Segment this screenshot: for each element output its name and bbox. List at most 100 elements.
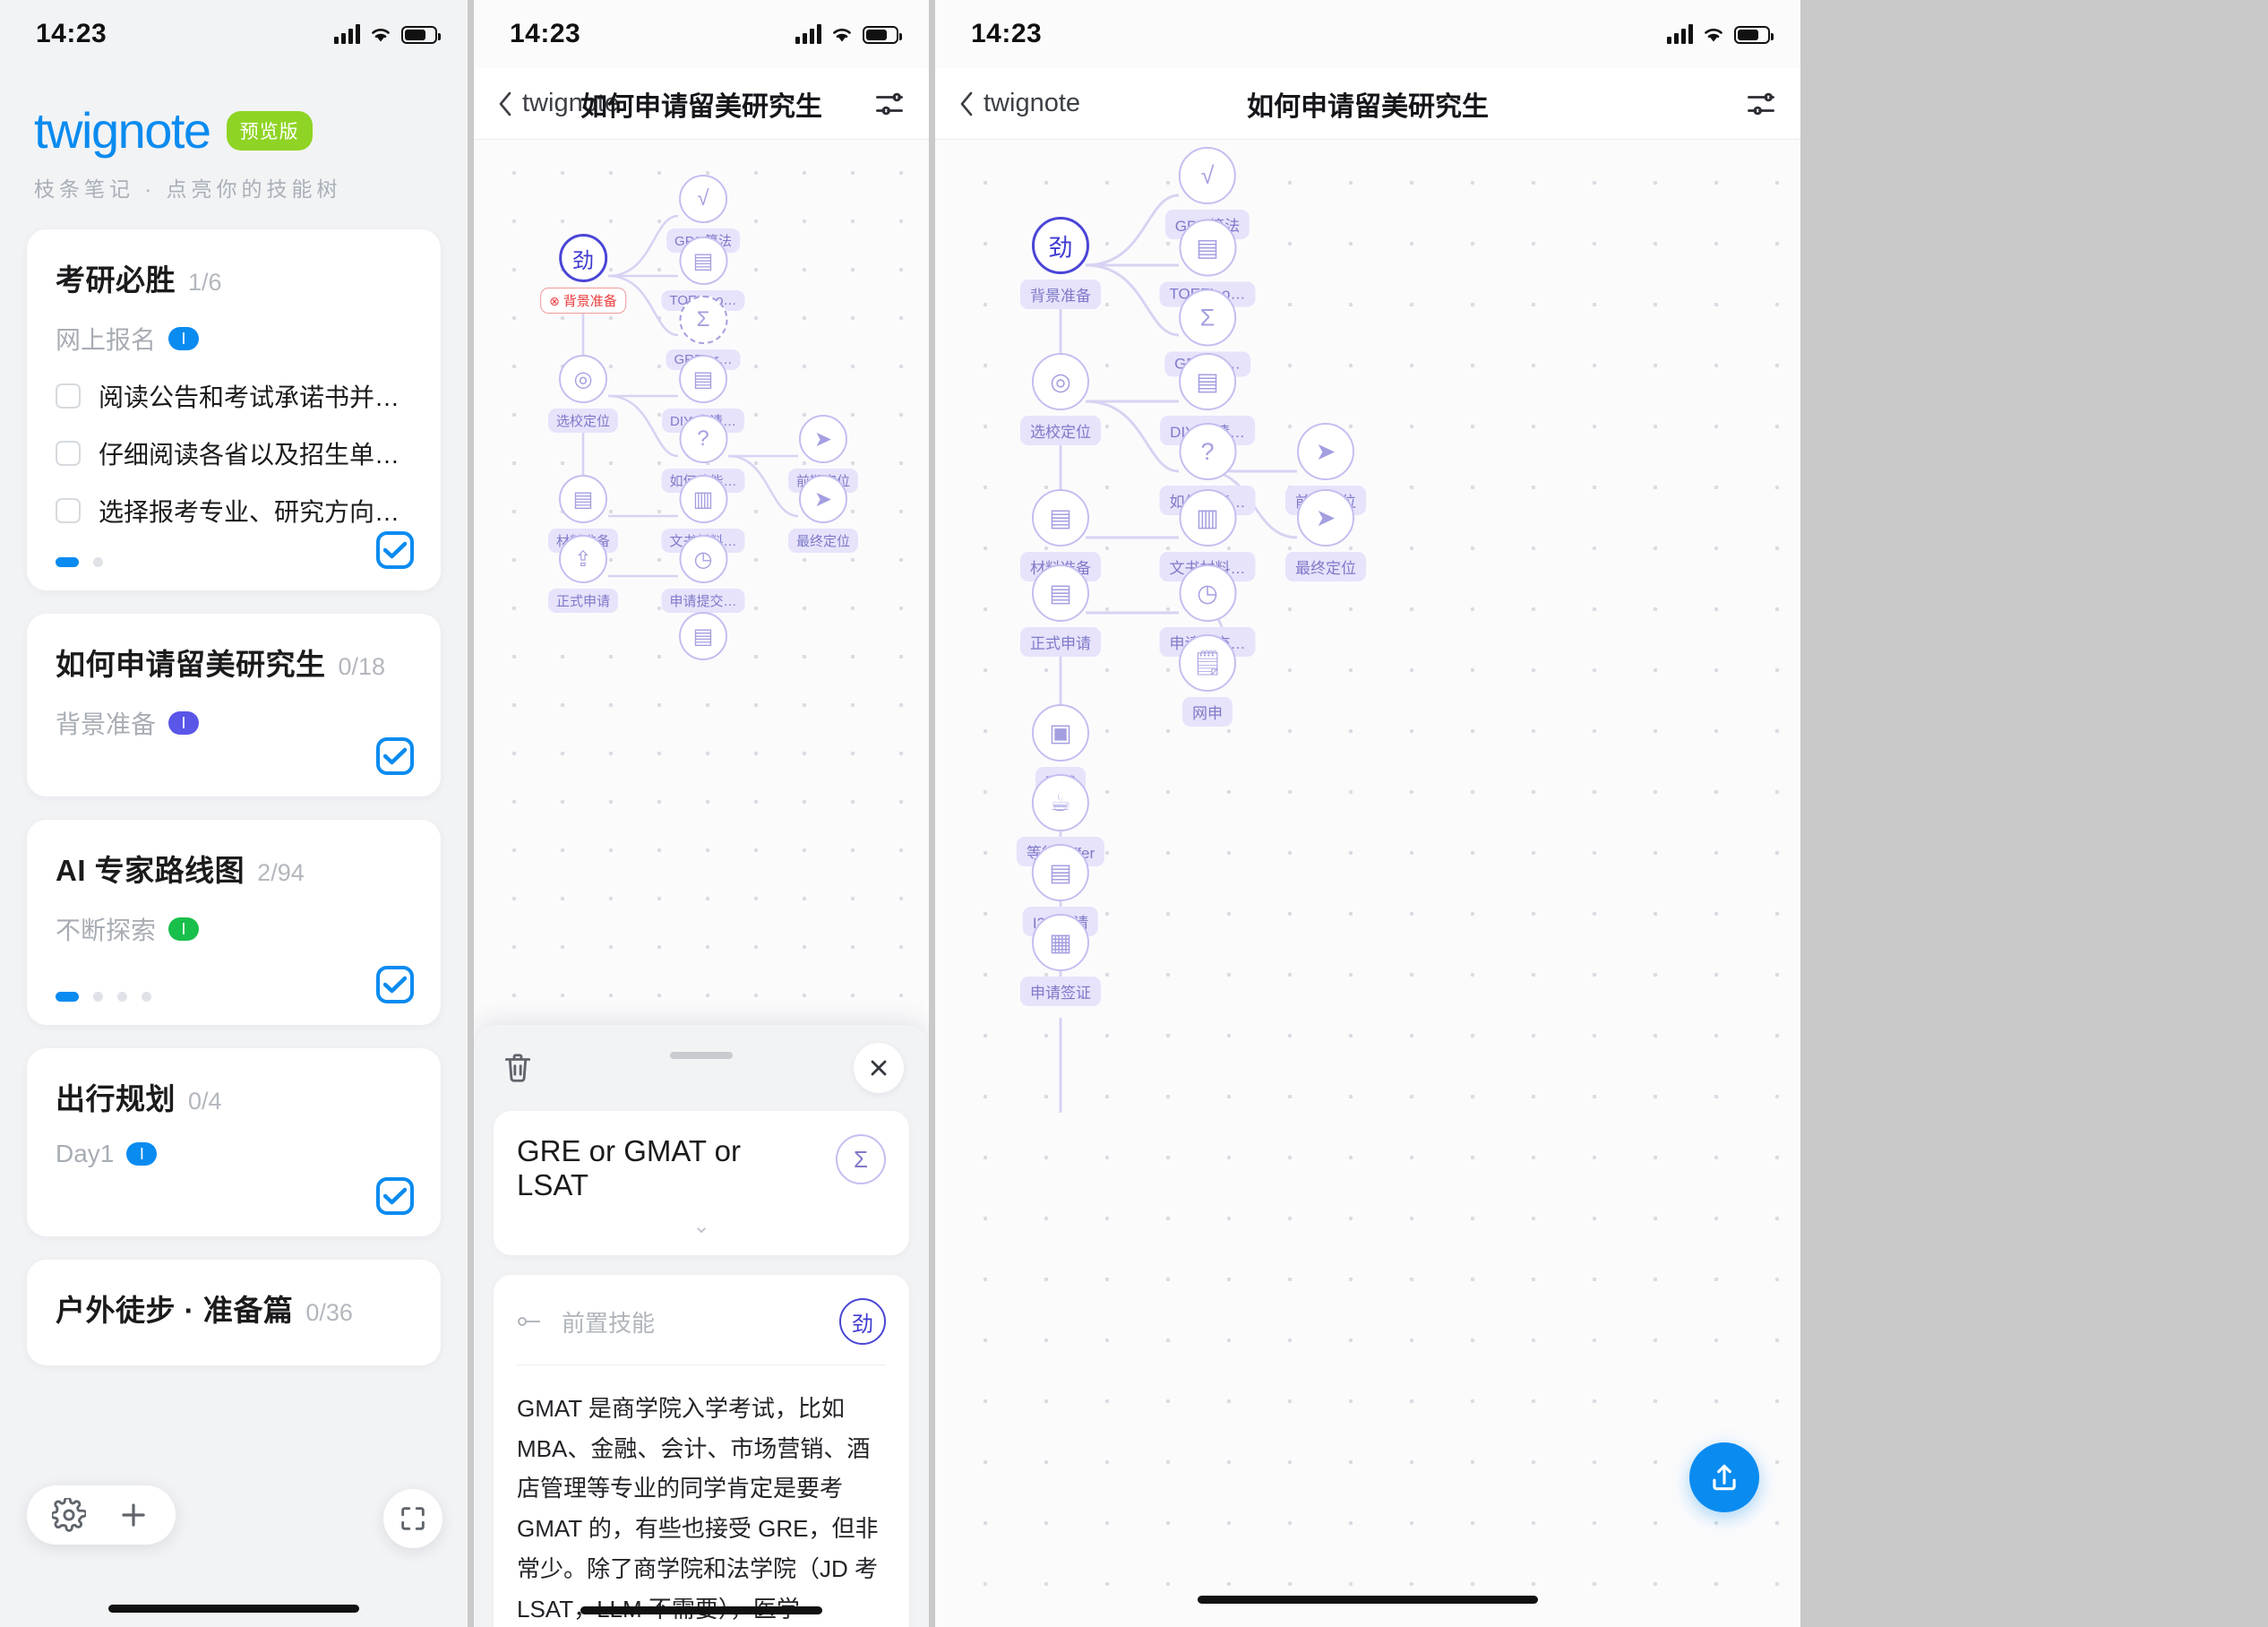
node-icon: ◷: [1179, 564, 1236, 622]
tree-node-xuanxiao[interactable]: ◎ 选校定位: [547, 355, 619, 437]
prerequisite-avatar[interactable]: 劲: [839, 1298, 886, 1345]
sliders-icon[interactable]: [873, 88, 906, 120]
brand-header: twignote 预览版 枝条笔记 · 点亮你的技能树: [0, 68, 468, 202]
wifi-icon: [1701, 24, 1726, 44]
node-icon: ▤: [1179, 219, 1236, 277]
node-label: 最终定位: [787, 529, 859, 553]
node-icon: ?: [1179, 423, 1236, 480]
node-icon: ▤: [1031, 844, 1089, 901]
note-card[interactable]: 户外徒步 · 准备篇 0/36: [27, 1260, 441, 1365]
card-progress-count: 1/6: [188, 269, 222, 296]
app-logo: twignote: [34, 102, 211, 159]
expand-icon[interactable]: [383, 1489, 442, 1548]
todo-item[interactable]: 阅读公告和考试承诺书并点击许可: [56, 378, 412, 414]
card-branch-label: 不断探索: [56, 917, 157, 944]
drag-handle[interactable]: [670, 1052, 733, 1059]
node-icon: ◷: [678, 535, 727, 583]
tree-node-tijiao[interactable]: ◷ 申请提交…: [661, 535, 745, 617]
card-complete-toggle[interactable]: [376, 966, 414, 1003]
todo-item[interactable]: 选择报考专业、研究方向以及考试科目: [56, 493, 412, 529]
chevron-left-icon: [958, 90, 975, 117]
tree-node-zhengshi[interactable]: ⇪ 正式申请: [547, 535, 619, 617]
share-icon[interactable]: [1689, 1442, 1759, 1512]
node-icon: ▣: [1032, 704, 1089, 762]
prerequisite-label: 前置技能: [562, 1309, 656, 1337]
node-label: 背景准备: [540, 288, 626, 314]
node-icon: ▤: [1032, 564, 1089, 622]
todo-checkbox[interactable]: [56, 498, 81, 523]
node-icon: 🗒: [1179, 634, 1236, 692]
tree-node-wangshen[interactable]: ▤: [679, 612, 727, 660]
status-bar: 14:23: [474, 0, 929, 68]
back-label: twignote: [984, 89, 1081, 117]
home-indicator: [580, 1606, 822, 1614]
node-icon: ➤: [798, 475, 847, 523]
app-tagline: 枝条笔记 · 点亮你的技能树: [34, 177, 342, 201]
tree-node-zuizhong[interactable]: ➤ 最终定位: [1285, 489, 1366, 586]
tree-node-wangshen[interactable]: 🗒 网申: [1179, 634, 1236, 731]
back-button[interactable]: twignote: [958, 89, 1080, 118]
todo-item[interactable]: 仔细阅读各省以及招生单位网报公告并…: [56, 435, 412, 471]
node-icon: ▤: [679, 355, 727, 403]
detail-navbar: twignote 如何申请留美研究生: [474, 68, 929, 140]
node-icon: 劲: [1032, 217, 1089, 274]
status-bar: 14:23: [935, 0, 1800, 68]
sheet-node-title: GRE or GMAT or LSAT: [517, 1134, 741, 1201]
card-title: 如何申请留美研究生: [56, 648, 326, 681]
card-pagination[interactable]: [56, 992, 412, 1002]
skill-tree-canvas[interactable]: 劲 背景准备 √ GPA 算法 ▤ TOEFL o… Σ GRE or… ◎ 选…: [935, 140, 1800, 1627]
node-label: 申请提交…: [661, 589, 745, 613]
battery-icon: [401, 26, 441, 44]
close-icon[interactable]: [854, 1043, 904, 1093]
screen-divider: [929, 0, 935, 1627]
todo-checkbox[interactable]: [56, 383, 81, 409]
card-complete-toggle[interactable]: [376, 1177, 414, 1215]
home-indicator: [108, 1605, 359, 1613]
chevron-down-icon[interactable]: ⌄: [517, 1213, 886, 1239]
three-screen-composite: 14:23 twignote 预览版 枝条笔记 · 点亮你的技能树 考研必胜 1…: [0, 0, 2268, 1627]
page-title: 如何申请留美研究生: [580, 91, 822, 122]
trash-icon[interactable]: [501, 1050, 535, 1086]
note-card-list: 考研必胜 1/6 网上报名 I 阅读公告和考试承诺书并点击许可 仔细阅读各省以及…: [0, 229, 468, 1365]
todo-checkbox[interactable]: [56, 441, 81, 466]
tree-node-zhengshi[interactable]: ▤ 正式申请: [1020, 564, 1101, 661]
plus-icon[interactable]: [116, 1498, 150, 1532]
tree-node-bg[interactable]: 劲 背景准备: [540, 234, 626, 318]
card-branch-badge: I: [168, 917, 200, 941]
wifi-icon: [368, 24, 393, 44]
screen-skill-tree-detail: 14:23 twignote 如何申请留美研究生 劲 ⊗ 背景准备 √ ▤ o……: [474, 0, 929, 1627]
card-branch-badge: I: [168, 327, 200, 350]
node-icon: Σ: [1179, 288, 1236, 347]
tree-node-bg[interactable]: 劲 背景准备: [1020, 217, 1101, 314]
card-progress-count: 0/36: [305, 1299, 353, 1326]
note-card[interactable]: AI 专家路线图 2/94 不断探索 I: [27, 820, 441, 1025]
node-icon: Σ: [836, 1134, 886, 1184]
card-progress-count: 0/18: [338, 653, 386, 680]
tree-node-xuanxiao[interactable]: ◎ 选校定位: [1020, 353, 1101, 450]
tree-node-qianzheng[interactable]: ▦ 申请签证: [1020, 914, 1101, 1011]
prerequisite-row[interactable]: 前置技能 劲: [517, 1298, 886, 1365]
note-card[interactable]: 如何申请留美研究生 0/18 背景准备 I: [27, 614, 441, 796]
node-detail-sheet: GRE or GMAT or LSAT Σ ⌄ 前置技能 劲 GMAT 是商学院…: [474, 1025, 929, 1627]
detail-navbar: twignote 如何申请留美研究生: [935, 68, 1800, 140]
node-icon: ☕: [1031, 774, 1089, 831]
node-icon: ▥: [678, 475, 727, 523]
node-label: 正式申请: [1020, 627, 1101, 657]
card-branch-label: 背景准备: [56, 710, 157, 738]
sheet-node-card[interactable]: GRE or GMAT or LSAT Σ ⌄: [494, 1111, 909, 1255]
preview-badge: 预览版: [226, 111, 313, 151]
card-complete-toggle[interactable]: [376, 737, 414, 775]
card-title: 户外徒步 · 准备篇: [56, 1294, 294, 1327]
tree-node-zuizhong[interactable]: ➤ 最终定位: [787, 475, 859, 557]
cellular-bars-icon: [1667, 24, 1693, 44]
note-card[interactable]: 考研必胜 1/6 网上报名 I 阅读公告和考试承诺书并点击许可 仔细阅读各省以及…: [27, 229, 441, 590]
card-branch-label: 网上报名: [56, 326, 157, 354]
home-indicator: [1198, 1596, 1538, 1604]
sliders-icon[interactable]: [1745, 88, 1777, 120]
card-complete-toggle[interactable]: [376, 531, 414, 569]
status-icons: [1667, 24, 1774, 44]
gear-icon[interactable]: [50, 1496, 88, 1532]
screen-skill-tree-full: 14:23 twignote 如何申请留美研究生 劲 背景准备 √ ▤ o… Σ…: [935, 0, 1800, 1627]
note-card[interactable]: 出行规划 0/4 Day1 I: [27, 1048, 441, 1236]
card-pagination[interactable]: [56, 557, 412, 567]
